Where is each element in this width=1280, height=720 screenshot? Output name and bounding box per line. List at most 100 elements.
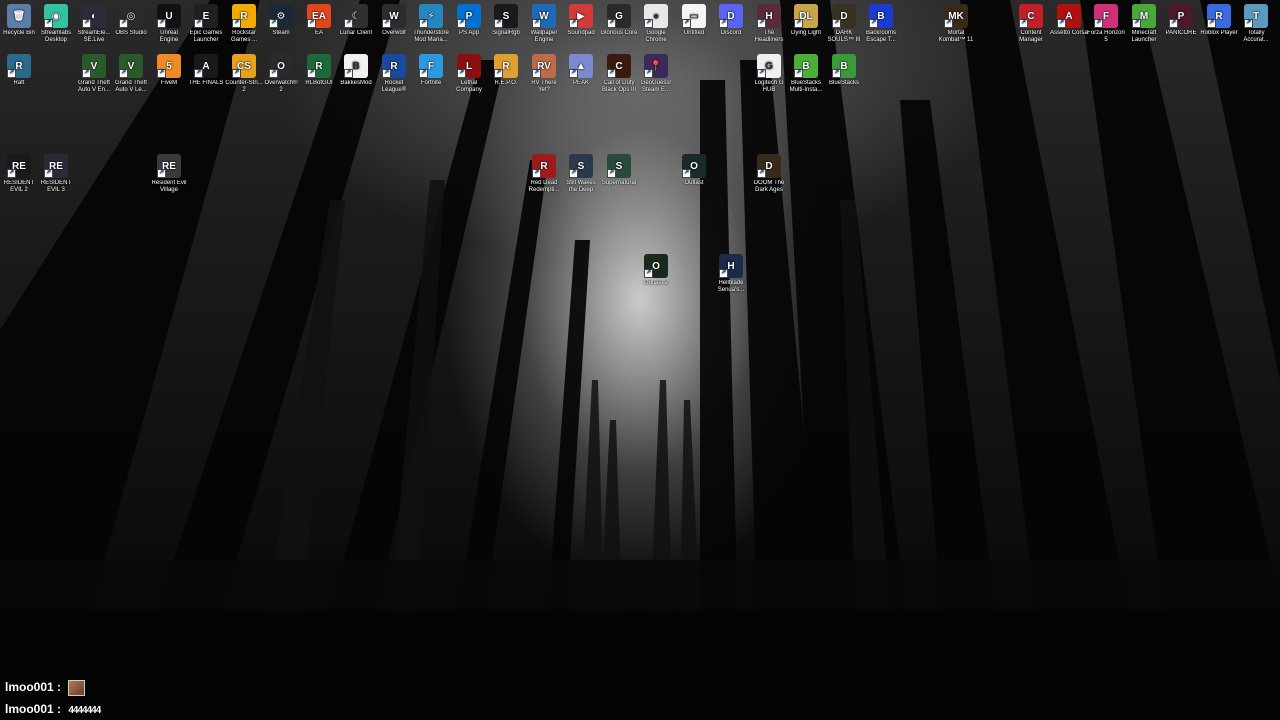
desktop-shortcut-assetto-corsa[interactable]: A ↗ Assetto Corsa <box>1050 4 1088 37</box>
desktop-shortcut-rocket-league[interactable]: R ↗ Rocket League® <box>375 54 413 94</box>
shortcut-label: Soundpad <box>567 30 595 36</box>
desktop-shortcut-streamelements[interactable]: ◐ ↗ StreamEle... SE.Live <box>75 4 113 44</box>
desktop-shortcut-glorious-core[interactable]: G ↗ Glorious Core <box>600 4 638 37</box>
desktop-shortcut-gta-v-legacy[interactable]: V ↗ Grand Theft Auto V Le... <box>112 54 150 94</box>
shortcut-label: Google Chrome <box>645 30 667 43</box>
bluestacks-multi-icon: B ↗ <box>794 54 818 78</box>
desktop-shortcut-supernatural[interactable]: S ↗ Supernatural <box>600 154 638 187</box>
shortcut-arrow-icon: ↗ <box>607 69 616 78</box>
desktop-shortcut-rv-there-yet[interactable]: RV ↗ RV There Yet? <box>525 54 563 94</box>
doom-icon: D ↗ <box>757 154 781 178</box>
desktop-shortcut-forza[interactable]: F ↗ Forza Horizon 5 <box>1087 4 1125 44</box>
desktop-shortcut-rlbot[interactable]: R ↗ RLBotGUI <box>300 54 338 87</box>
content-manager-icon: C ↗ <box>1019 4 1043 28</box>
desktop-shortcut-mortal-kombat[interactable]: MK ↗ Mortal Kombat™ 11 <box>937 4 975 44</box>
shortcut-label: EA <box>314 30 323 36</box>
counter-strike-icon: CS ↗ <box>232 54 256 78</box>
desktop-shortcut-epic-games[interactable]: E ↗ Epic Games Launcher <box>187 4 225 44</box>
shortcut-label: GeoGuessr Steam E... <box>640 80 672 93</box>
desktop-shortcut-content-manager[interactable]: C ↗ Content Manager <box>1012 4 1050 44</box>
desktop-shortcut-fortnite[interactable]: F ↗ Fortnite <box>412 54 450 87</box>
ps-app-icon: P ↗ <box>457 4 481 28</box>
desktop-shortcut-signalrgb[interactable]: S ↗ SignalRgb <box>487 4 525 37</box>
desktop-shortcut-chrome[interactable]: ● ↗ Google Chrome <box>637 4 675 44</box>
shortcut-label: PS App <box>458 30 479 36</box>
desktop-shortcut-lunar-client[interactable]: ☾ ↗ Lunar Client <box>337 4 375 37</box>
shortcut-label: Overwatch® 2 <box>264 80 298 93</box>
desktop-shortcut-wallpaper-engine[interactable]: W ↗ Wallpaper Engine <box>525 4 563 44</box>
desktop-shortcut-call-of-duty[interactable]: C ↗ Call of Duty Black Ops III <box>600 54 638 94</box>
desktop-shortcut-geoguessr[interactable]: 📍 ↗ GeoGuessr Steam E... <box>637 54 675 94</box>
epic-games-icon: E ↗ <box>194 4 218 28</box>
desktop-shortcut-peak[interactable]: ▲ ↗ PEAK <box>562 54 600 87</box>
shortcut-arrow-icon: ↗ <box>7 169 16 178</box>
desktop-shortcut-outlast[interactable]: O ↗ Outlast <box>675 154 713 187</box>
desktop-shortcut-dying-light[interactable]: DL ↗ Dying Light <box>787 4 825 37</box>
desktop-shortcut-outlast-2[interactable]: O ↗ Outlast 2 <box>637 254 675 287</box>
desktop-shortcut-red-dead[interactable]: R ↗ Red Dead Redempti... <box>525 154 563 194</box>
desktop-shortcut-discord[interactable]: D ↗ Discord <box>712 4 750 37</box>
desktop-shortcut-bluestacks-multi[interactable]: B ↗ BlueStacks Multi-Insta... <box>787 54 825 94</box>
shortcut-label: Glorious Core <box>600 30 638 36</box>
desktop-shortcut-still-wakes[interactable]: S ↗ Still Wakes the Deep <box>562 154 600 194</box>
desktop-shortcut-dark-souls[interactable]: D ↗ DARK SOULS™ III <box>825 4 863 44</box>
desktop-shortcut-the-finals[interactable]: A ↗ THE FINALS <box>187 54 225 87</box>
shortcut-label: Lethal Company <box>456 80 482 93</box>
desktop-shortcut-rockstar[interactable]: R ↗ Rockstar Games ... <box>225 4 263 44</box>
desktop-shortcut-resident-evil-village[interactable]: RE ↗ Resident Evil Village <box>150 154 188 194</box>
fivem-icon: 5 ↗ <box>157 54 181 78</box>
shortcut-arrow-icon: ↗ <box>682 169 691 178</box>
geoguessr-icon: 📍 ↗ <box>644 54 668 78</box>
shortcut-arrow-icon: ↗ <box>419 19 428 28</box>
desktop-shortcut-counter-strike[interactable]: CS ↗ Counter-Stri... 2 <box>225 54 263 94</box>
desktop-shortcut-document[interactable]: ▭ ↗ Untitled <box>675 4 713 37</box>
dying-light-icon: DL ↗ <box>794 4 818 28</box>
desktop-shortcut-bluestacks[interactable]: B ↗ BlueStacks <box>825 54 863 87</box>
desktop-shortcut-resident-evil-3[interactable]: RE ↗ RESIDENT EVIL 3 <box>37 154 75 194</box>
gta-v-legacy-icon: V ↗ <box>119 54 143 78</box>
desktop-shortcut-resident-evil-2[interactable]: RE ↗ RESIDENT EVIL 2 <box>0 154 38 194</box>
desktop-shortcut-bakkesmod[interactable]: B ↗ BakkesMod <box>337 54 375 87</box>
desktop-shortcut-obs[interactable]: ◎ ↗ OBS Studio <box>112 4 150 37</box>
desktop-shortcut-roblox[interactable]: R ↗ Roblox Player <box>1200 4 1238 37</box>
shortcut-arrow-icon: ↗ <box>269 19 278 28</box>
desktop-shortcut-fivem[interactable]: 5 ↗ FiveM <box>150 54 188 87</box>
desktop-shortcut-hellblade[interactable]: H ↗ Hellblade Senua's... <box>712 254 750 294</box>
desktop-shortcut-backrooms[interactable]: B ↗ Backrooms Escape T... <box>862 4 900 44</box>
desktop-shortcut-unreal-engine[interactable]: U ↗ Unreal Engine <box>150 4 188 44</box>
desktop-shortcut-overwolf[interactable]: W ↗ Overwolf <box>375 4 413 37</box>
desktop-shortcut-repo[interactable]: R ↗ R.E.P.O. <box>487 54 525 87</box>
shortcut-arrow-icon: ↗ <box>119 69 128 78</box>
desktop-shortcut-ea[interactable]: EA ↗ EA <box>300 4 338 37</box>
shortcut-label: Rocket League® <box>381 80 407 93</box>
desktop-shortcut-raft[interactable]: R ↗ Raft <box>0 54 38 87</box>
peak-icon: ▲ ↗ <box>569 54 593 78</box>
desktop-shortcut-minecraft[interactable]: M ↗ Minecraft Launcher <box>1125 4 1163 44</box>
desktop-shortcut-logitech[interactable]: G ↗ Logitech G HUB <box>750 54 788 94</box>
shortcut-label: Untitled <box>683 30 705 36</box>
desktop-shortcut-the-headliners[interactable]: H ↗ The Headliners <box>750 4 788 44</box>
forest-trees <box>0 0 1280 720</box>
desktop-shortcut-thunderstore[interactable]: ⚡ ↗ Thunderstore Mod Mana... <box>412 4 450 44</box>
desktop-shortcut-overwatch[interactable]: O ↗ Overwatch® 2 <box>262 54 300 94</box>
hellblade-icon: H ↗ <box>719 254 743 278</box>
chat-separator: : <box>57 680 62 695</box>
desktop-shortcut-doom[interactable]: D ↗ DOOM The Dark Ages <box>750 154 788 194</box>
shortcut-arrow-icon: ↗ <box>832 69 841 78</box>
shortcut-arrow-icon: ↗ <box>644 19 653 28</box>
shortcut-label: Recycle Bin <box>3 30 35 36</box>
desktop-shortcut-gta-v[interactable]: V ↗ Grand Theft Auto V En... <box>75 54 113 94</box>
desktop-shortcut-recycle-bin[interactable]: 🗑 Recycle Bin <box>0 4 38 37</box>
shortcut-label: RLBotGUI <box>305 80 333 86</box>
desktop-shortcut-ps-app[interactable]: P ↗ PS App <box>450 4 488 37</box>
shortcut-label: Outlast <box>684 180 704 186</box>
raft-icon: R ↗ <box>7 54 31 78</box>
desktop-shortcut-tabs[interactable]: T ↗ Totally Accurat... <box>1237 4 1275 44</box>
desktop-shortcut-soundpad[interactable]: ▶ ↗ Soundpad <box>562 4 600 37</box>
desktop-shortcut-steam[interactable]: ⚙ ↗ Steam <box>262 4 300 37</box>
desktop-shortcut-lethal-company[interactable]: L ↗ Lethal Company <box>450 54 488 94</box>
shortcut-label: Forza Horizon 5 <box>1087 30 1125 43</box>
desktop-shortcut-panicore[interactable]: P ↗ PANICORE <box>1162 4 1200 37</box>
desktop-shortcut-streamlabs[interactable]: ◉ ↗ Streamlabs Desktop <box>37 4 75 44</box>
shortcut-arrow-icon: ↗ <box>457 19 466 28</box>
